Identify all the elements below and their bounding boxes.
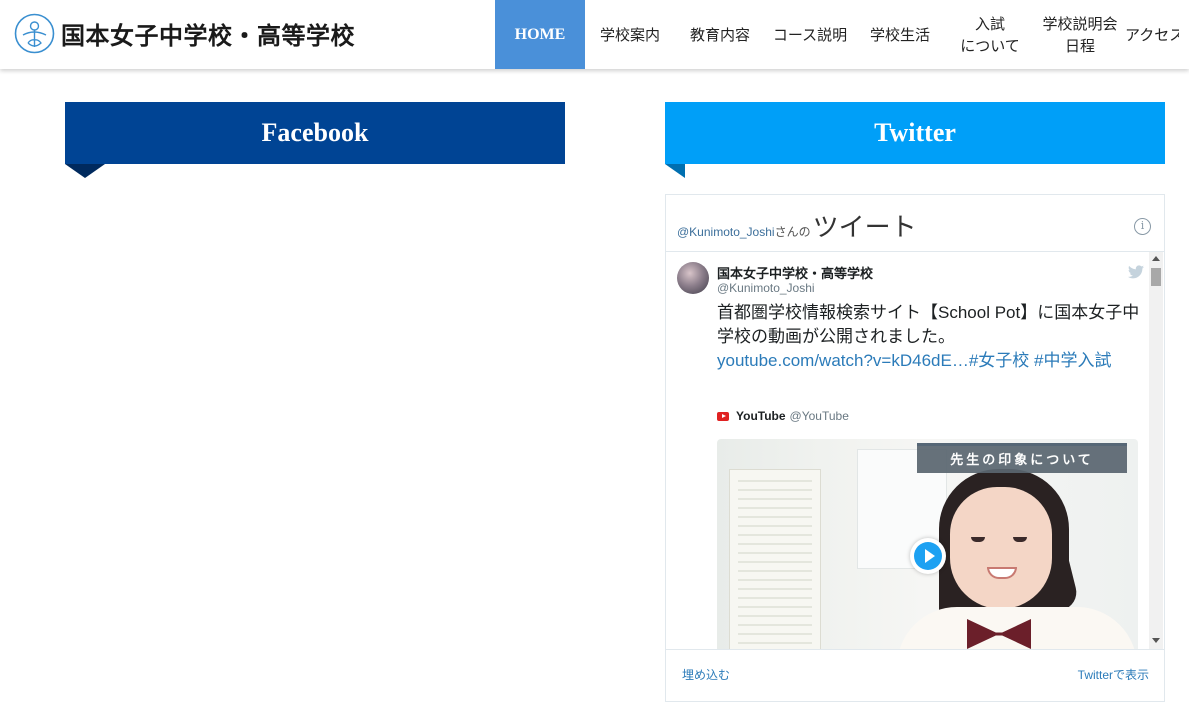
facebook-section-title: Facebook bbox=[65, 102, 565, 164]
scroll-down-arrow-icon[interactable] bbox=[1152, 638, 1160, 643]
twitter-ribbon-fold bbox=[665, 164, 685, 178]
nav-access[interactable]: アクセス bbox=[1125, 0, 1179, 69]
twitter-timeline-embed: @Kunimoto_Joshi さんの ツイート i 国本女子中学校・高等学校 … bbox=[665, 194, 1165, 702]
nav-info-sessions[interactable]: 学校説明会 日程 bbox=[1035, 0, 1125, 69]
avatar[interactable] bbox=[677, 262, 709, 294]
youtube-icon bbox=[717, 411, 729, 421]
tweet-author-handle[interactable]: @Kunimoto_Joshi bbox=[717, 281, 815, 295]
timeline-scroll-area[interactable]: 国本女子中学校・高等学校 @Kunimoto_Joshi 首都圏学校情報検索サイ… bbox=[666, 252, 1164, 649]
nav-admissions-line2: について bbox=[960, 36, 1020, 55]
twitter-section-title: Twitter bbox=[665, 102, 1165, 164]
nav-education[interactable]: 教育内容 bbox=[675, 0, 765, 69]
card-source[interactable]: YouTube @YouTube bbox=[717, 409, 849, 423]
timeline-account-suffix: さんの bbox=[774, 225, 811, 239]
main-nav: HOME 学校案内 教育内容 コース説明 学校生活 入試 について 学校説明会 … bbox=[495, 0, 1179, 69]
nav-info-sessions-line1: 学校説明会 bbox=[1042, 14, 1118, 33]
video-caption: 先生の印象について bbox=[917, 443, 1127, 473]
nav-courses[interactable]: コース説明 bbox=[765, 0, 855, 69]
nav-admissions[interactable]: 入試 について bbox=[945, 0, 1035, 69]
card-source-handle: @YouTube bbox=[789, 409, 849, 423]
scroll-up-arrow-icon[interactable] bbox=[1152, 256, 1160, 261]
play-icon[interactable] bbox=[910, 538, 946, 574]
timeline-header: @Kunimoto_Joshi さんの ツイート i bbox=[666, 195, 1164, 252]
nav-info-sessions-line2: 日程 bbox=[1064, 36, 1095, 55]
info-icon[interactable]: i bbox=[1134, 218, 1151, 235]
view-on-twitter-link[interactable]: Twitterで表示 bbox=[1078, 666, 1149, 683]
timeline-account-link[interactable]: @Kunimoto_Joshi bbox=[677, 225, 775, 239]
site-logo[interactable]: 国本女子中学校・高等学校 bbox=[14, 13, 355, 54]
tweet-author-name[interactable]: 国本女子中学校・高等学校 bbox=[717, 263, 873, 282]
nav-home[interactable]: HOME bbox=[495, 0, 585, 69]
site-header: 国本女子中学校・高等学校 HOME 学校案内 教育内容 コース説明 学校生活 入… bbox=[0, 0, 1189, 69]
twitter-bird-icon[interactable] bbox=[1128, 265, 1144, 279]
card-source-name: YouTube bbox=[736, 409, 786, 423]
timeline-scrollbar[interactable] bbox=[1149, 252, 1163, 649]
logo-text: 国本女子中学校・高等学校 bbox=[61, 21, 355, 50]
video-figure-face bbox=[950, 487, 1052, 609]
scroll-thumb[interactable] bbox=[1151, 268, 1161, 286]
tweet-link[interactable]: youtube.com/watch?v=kD46dE…#女子校 #中学入試 bbox=[717, 349, 1111, 373]
timeline-footer: 埋め込む Twitterで表示 bbox=[666, 649, 1164, 701]
embed-link[interactable]: 埋め込む bbox=[682, 666, 730, 683]
timeline-heading: @Kunimoto_Joshi さんの ツイート bbox=[677, 207, 917, 244]
timeline-title: ツイート bbox=[812, 212, 917, 242]
tweet-text: 首都圏学校情報検索サイト【School Pot】に国本女子中学校の動画が公開され… bbox=[717, 303, 1140, 346]
video-thumbnail[interactable]: 先生の印象について bbox=[717, 439, 1138, 649]
facebook-ribbon-fold bbox=[65, 164, 105, 178]
nav-school-life[interactable]: 学校生活 bbox=[855, 0, 945, 69]
nav-school-guide[interactable]: 学校案内 bbox=[585, 0, 675, 69]
school-emblem-icon bbox=[14, 13, 55, 54]
video-bg-board bbox=[729, 469, 821, 649]
nav-admissions-line1: 入試 bbox=[974, 14, 1005, 33]
